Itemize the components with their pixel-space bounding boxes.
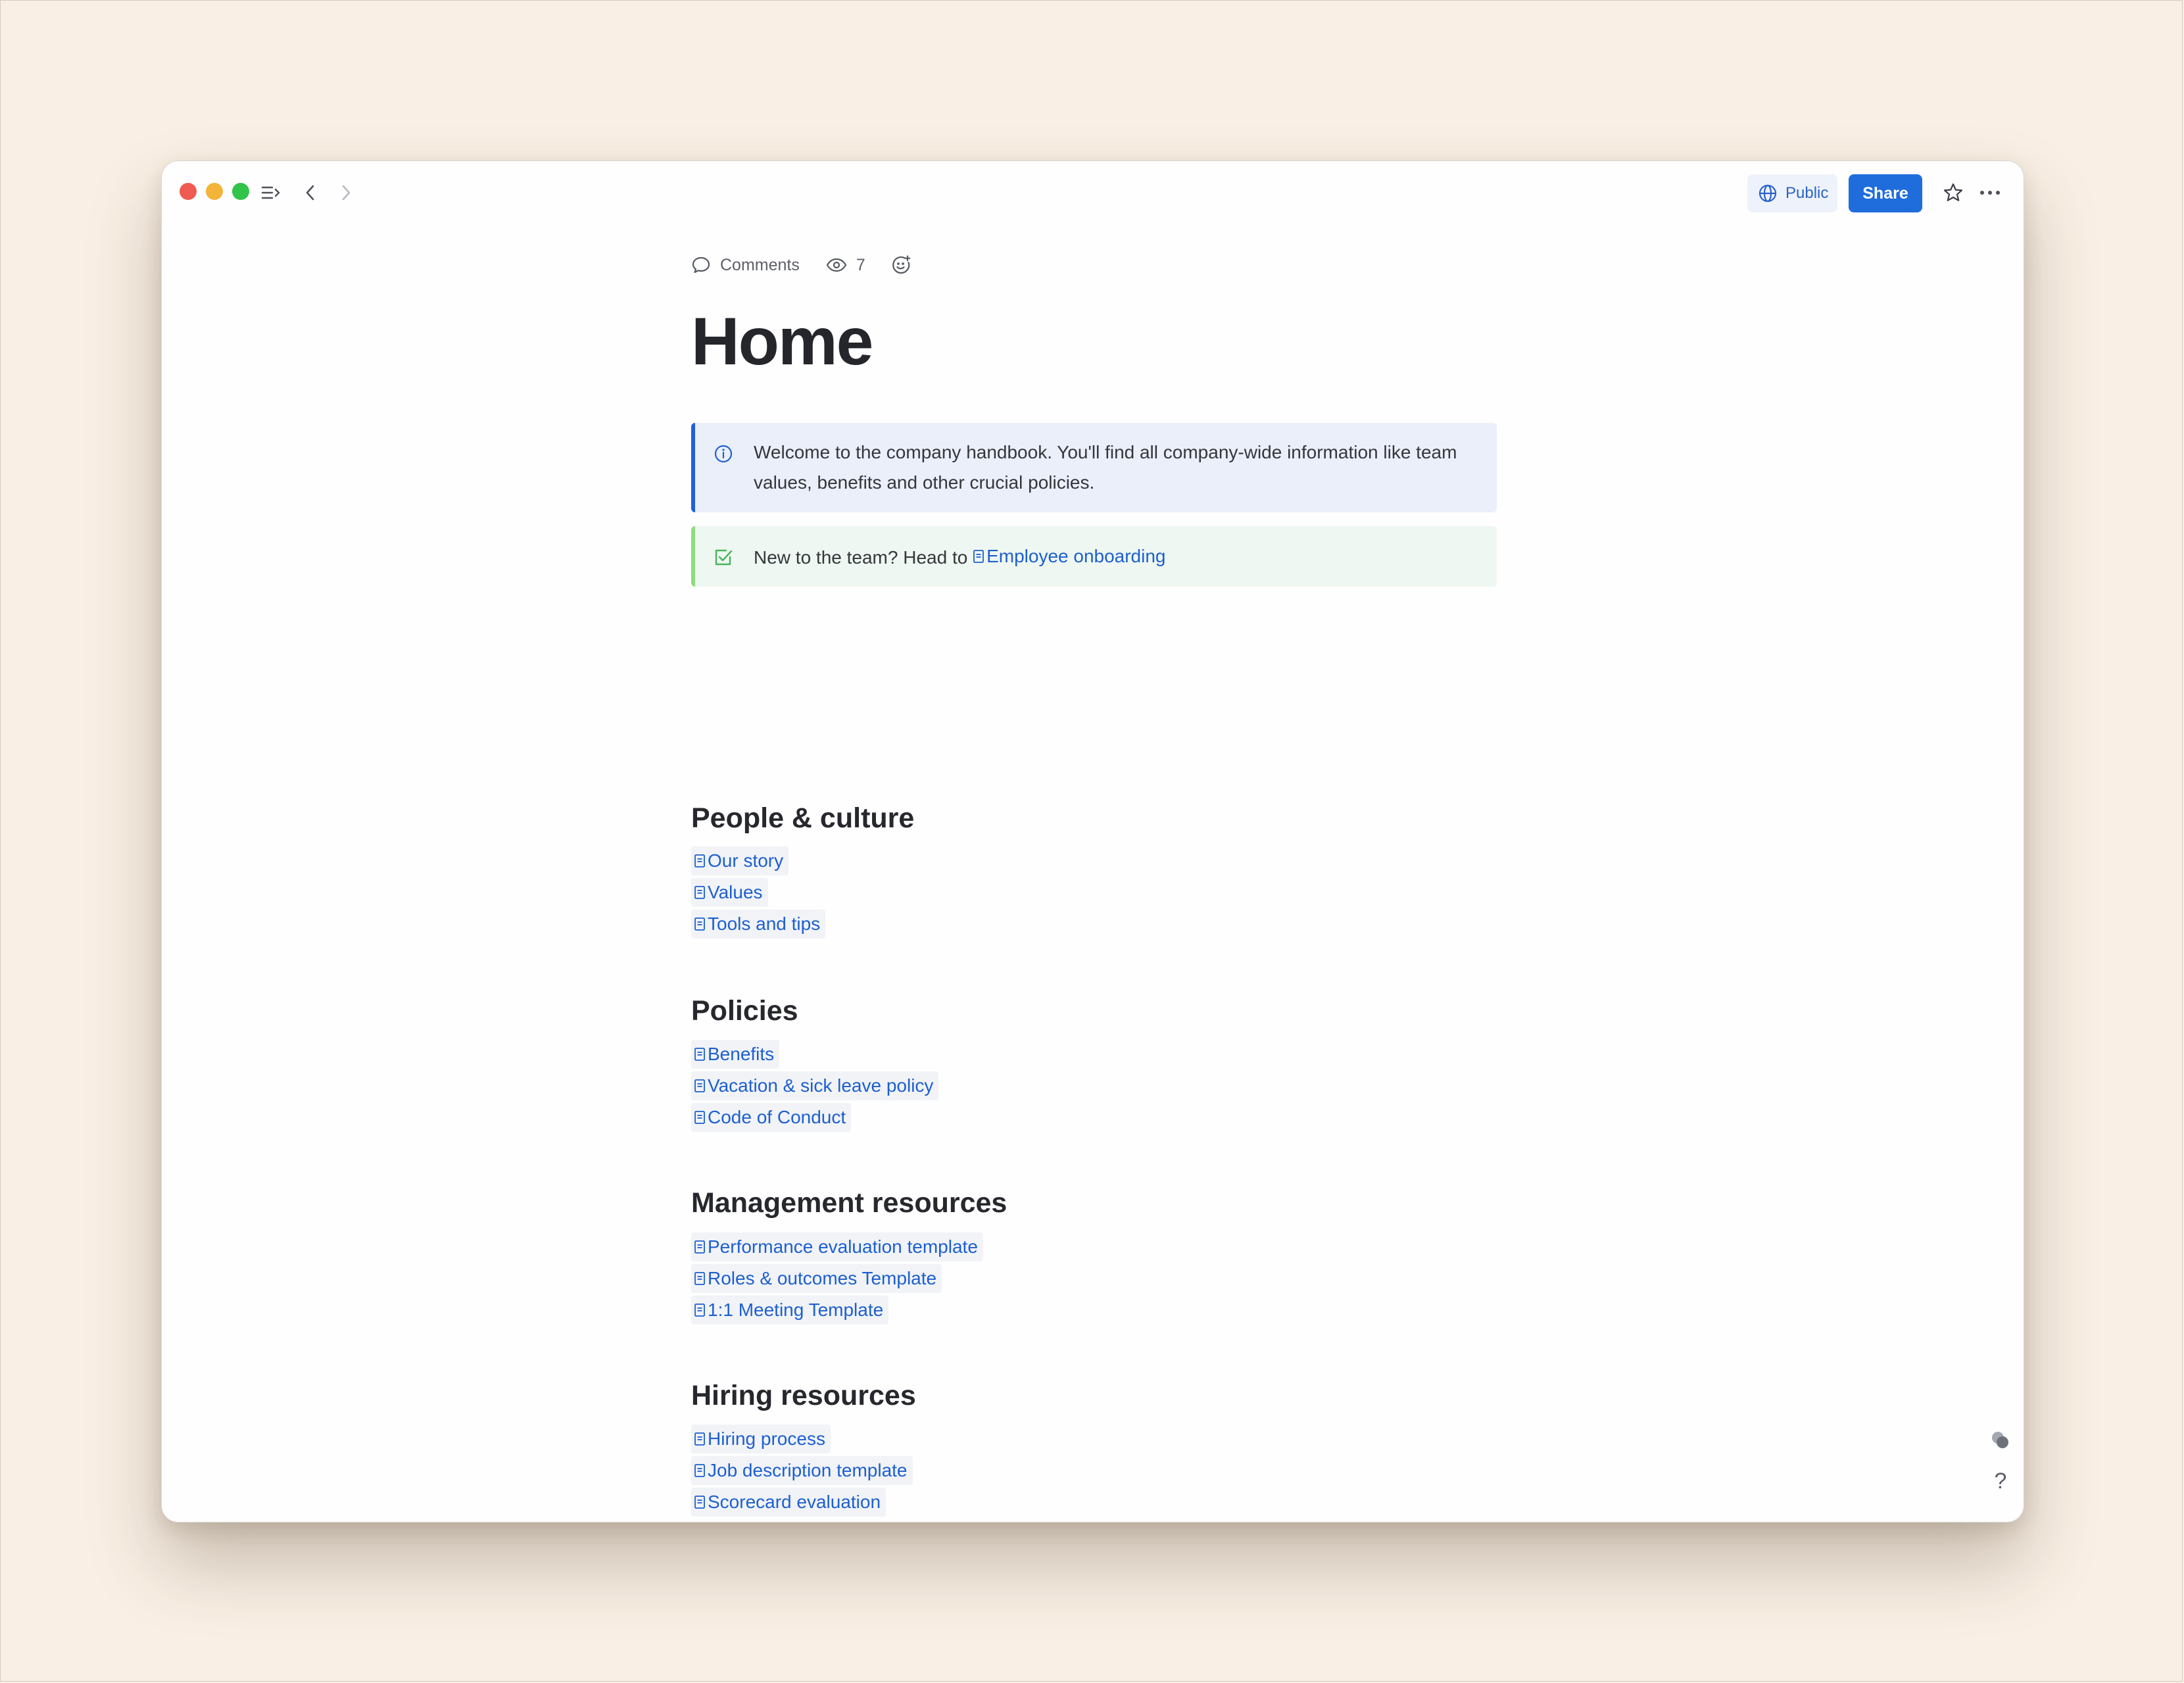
page-link-hiring-process[interactable]: Hiring process — [691, 1425, 831, 1453]
page-link-label: Scorecard evaluation — [708, 1492, 881, 1512]
list-item: Tools and tips — [691, 908, 826, 940]
page-link-label: Hiring process — [708, 1428, 825, 1449]
views-counter[interactable]: 7 — [826, 256, 865, 275]
list-item: Hiring process — [691, 1423, 913, 1455]
page-link-label: Job description template — [708, 1460, 908, 1480]
eye-icon — [826, 257, 847, 273]
onboarding-callout-text: New to the team? Head to Employee onboar… — [754, 541, 1464, 573]
page-link-label: Benefits — [708, 1044, 775, 1064]
page-link-our-story[interactable]: Our story — [691, 846, 789, 875]
comment-icon — [691, 255, 711, 275]
document-icon — [694, 854, 705, 867]
list-item: 1:1 Meeting Template — [691, 1294, 983, 1326]
maximize-window-button[interactable] — [232, 183, 249, 200]
page-link-label: Values — [708, 882, 763, 902]
document-icon — [694, 1432, 705, 1446]
sidebar-toggle-icon[interactable] — [259, 181, 283, 205]
page-link-label: 1:1 Meeting Template — [708, 1300, 884, 1320]
page-link-roles-outcomes[interactable]: Roles & outcomes Template — [691, 1264, 942, 1293]
list-item: Performance evaluation template — [691, 1231, 983, 1263]
document-icon — [694, 1048, 705, 1061]
document-icon — [694, 1240, 705, 1254]
minimize-window-button[interactable] — [206, 183, 223, 200]
document-icon — [694, 1079, 705, 1092]
back-arrow-icon[interactable] — [299, 181, 322, 205]
document-icon — [694, 1111, 705, 1124]
list-item: Values — [691, 877, 825, 908]
management-links: Performance evaluation template Roles & … — [691, 1231, 983, 1326]
page-link-values[interactable]: Values — [691, 878, 768, 907]
page-link-vacation-policy[interactable]: Vacation & sick leave policy — [691, 1071, 939, 1100]
app-window: Public Share Comments 7 Home Welcome to … — [161, 160, 2024, 1523]
page-link-benefits[interactable]: Benefits — [691, 1040, 780, 1069]
presence-icon[interactable] — [1990, 1430, 2011, 1451]
close-window-button[interactable] — [180, 183, 197, 200]
hiring-links: Hiring process Job description template … — [691, 1423, 913, 1518]
public-button[interactable]: Public — [1747, 174, 1837, 212]
page-link-label: Vacation & sick leave policy — [708, 1075, 934, 1096]
page-link-scorecard-evaluation[interactable]: Scorecard evaluation — [691, 1488, 886, 1517]
info-callout-text: Welcome to the company handbook. You'll … — [754, 442, 1457, 493]
document-icon — [694, 886, 705, 899]
list-item: Vacation & sick leave policy — [691, 1070, 939, 1102]
info-icon — [714, 443, 733, 463]
view-count: 7 — [856, 255, 865, 274]
more-icon[interactable] — [1978, 181, 2002, 205]
page-link-one-on-one[interactable]: 1:1 Meeting Template — [691, 1296, 889, 1325]
comments-label: Comments — [720, 255, 800, 274]
onboarding-callout: New to the team? Head to Employee onboar… — [691, 526, 1497, 587]
emoji-add-icon — [890, 255, 911, 276]
page-link-label: Roles & outcomes Template — [708, 1268, 937, 1288]
document-icon — [694, 1464, 705, 1477]
page-link-label: Tools and tips — [708, 914, 821, 934]
list-item: Our story — [691, 845, 825, 877]
document-icon — [694, 1272, 705, 1285]
star-icon[interactable] — [1941, 181, 1965, 205]
page-link-label: Code of Conduct — [708, 1107, 846, 1127]
section-heading-policies: Policies — [691, 995, 798, 1027]
document-icon — [973, 550, 984, 563]
document-icon — [694, 1304, 705, 1317]
section-heading-people-culture: People & culture — [691, 802, 915, 834]
help-button[interactable]: ? — [1990, 1469, 2011, 1494]
comments-button[interactable]: Comments — [691, 255, 800, 275]
list-item: Code of Conduct — [691, 1102, 938, 1133]
checkbox-icon — [714, 547, 733, 566]
onboarding-prefix: New to the team? Head to — [754, 547, 973, 568]
people-culture-links: Our story Values Tools and tips — [691, 845, 826, 940]
section-heading-hiring-resources: Hiring resources — [691, 1380, 916, 1411]
page-meta-row: Comments 7 — [691, 252, 911, 278]
page-link-job-description[interactable]: Job description template — [691, 1456, 913, 1485]
forward-arrow-icon[interactable] — [334, 181, 358, 205]
page-link-performance-evaluation[interactable]: Performance evaluation template — [691, 1232, 983, 1261]
list-item: Scorecard evaluation — [691, 1486, 913, 1518]
titlebar: Public Share — [162, 161, 2024, 227]
list-item: Roles & outcomes Template — [691, 1263, 983, 1294]
page-link-label: Performance evaluation template — [708, 1236, 978, 1257]
page-title: Home — [691, 304, 873, 379]
employee-onboarding-label: Employee onboarding — [986, 546, 1166, 566]
add-reaction-button[interactable] — [890, 255, 911, 276]
list-item: Job description template — [691, 1455, 913, 1486]
policies-links: Benefits Vacation & sick leave policy Co… — [691, 1038, 939, 1133]
public-label: Public — [1785, 184, 1829, 202]
info-callout: Welcome to the company handbook. You'll … — [691, 423, 1497, 512]
page-link-tools-and-tips[interactable]: Tools and tips — [691, 910, 826, 939]
section-heading-management-resources: Management resources — [691, 1187, 1007, 1219]
employee-onboarding-link[interactable]: Employee onboarding — [973, 541, 1166, 572]
document-icon — [694, 917, 705, 931]
globe-icon — [1758, 183, 1778, 203]
share-button[interactable]: Share — [1849, 174, 1922, 212]
page-link-code-of-conduct[interactable]: Code of Conduct — [691, 1103, 852, 1132]
page-link-label: Our story — [708, 850, 784, 871]
document-icon — [694, 1496, 705, 1509]
list-item: Benefits — [691, 1038, 938, 1070]
